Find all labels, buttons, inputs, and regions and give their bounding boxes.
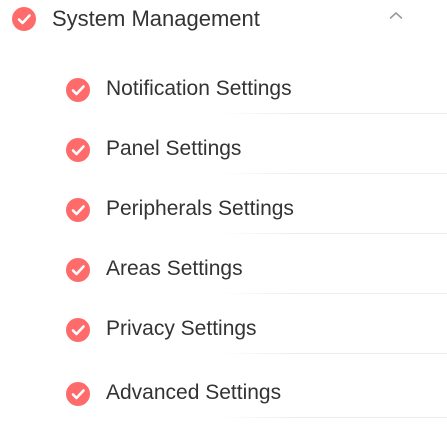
divider [218,353,447,354]
list-item-advanced-settings[interactable]: Advanced Settings [0,366,447,418]
list-item-areas-settings[interactable]: Areas Settings [0,242,447,294]
list-item-label: Notification Settings [106,77,292,100]
check-circle-icon [66,258,90,282]
check-circle-icon [12,7,36,31]
check-circle-icon [66,382,90,406]
chevron-up-icon [389,12,403,19]
check-circle-icon [66,198,90,222]
check-circle-icon [66,78,90,102]
list-item-privacy-settings[interactable]: Privacy Settings [0,302,447,354]
list-item-label: Areas Settings [106,257,243,280]
list-item-label: Panel Settings [106,137,242,160]
list-item-label: Advanced Settings [106,381,282,404]
divider [218,233,447,234]
divider [218,417,447,418]
system-management-panel: System Management Notification Settings … [0,0,447,441]
section-header[interactable]: System Management [0,0,447,46]
list-item-label: Peripherals Settings [106,197,294,220]
section-title: System Management [52,6,260,31]
check-circle-icon [66,318,90,342]
divider [218,173,447,174]
list-item-label: Privacy Settings [106,317,257,340]
list-item-peripherals-settings[interactable]: Peripherals Settings [0,182,447,234]
list-item-notification-settings[interactable]: Notification Settings [0,62,447,114]
collapse-button[interactable] [384,4,408,28]
divider [218,113,447,114]
list-item-panel-settings[interactable]: Panel Settings [0,122,447,174]
divider [218,293,447,294]
check-circle-icon [66,138,90,162]
